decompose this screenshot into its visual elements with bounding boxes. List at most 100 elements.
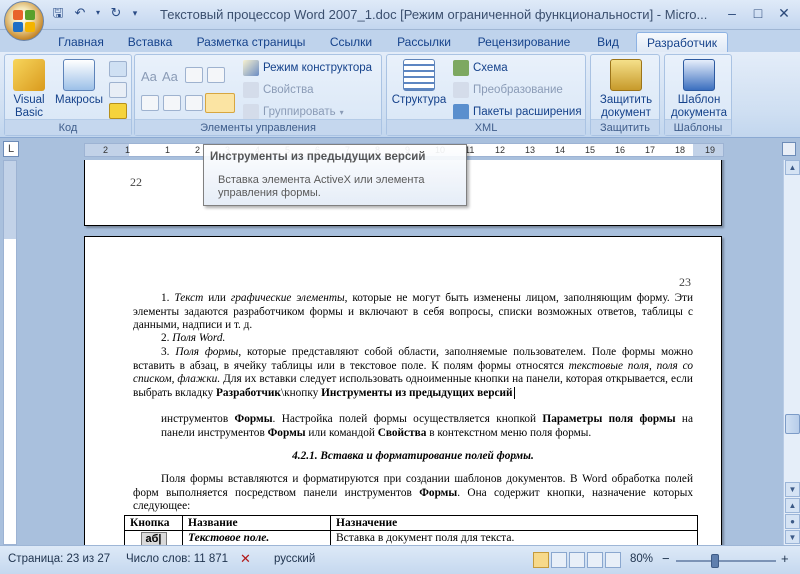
full-screen-reading-icon[interactable] bbox=[551, 552, 567, 568]
structure-button[interactable]: Структура bbox=[391, 57, 447, 107]
structure-icon bbox=[403, 59, 435, 91]
browse-object-icon[interactable]: ● bbox=[785, 514, 800, 529]
web-layout-icon[interactable] bbox=[569, 552, 585, 568]
customize-qat-icon[interactable]: ▾ bbox=[130, 5, 140, 21]
schema-button[interactable]: Схема bbox=[453, 59, 508, 77]
picture-control-icon[interactable] bbox=[185, 67, 203, 83]
rich-text-control-icon[interactable]: Aa bbox=[141, 67, 157, 85]
protect-document-button[interactable]: Защитить документ bbox=[593, 57, 659, 120]
group-xml-label: XML bbox=[387, 119, 585, 135]
page-count[interactable]: Страница: 23 из 27 bbox=[8, 553, 110, 565]
transform-icon bbox=[453, 82, 469, 98]
zoom-level[interactable]: 80% bbox=[630, 553, 653, 565]
visual-basic-icon bbox=[13, 59, 45, 91]
scroll-down-icon[interactable]: ▼ bbox=[785, 482, 800, 497]
section-heading: 4.2.1. Вставка и форматирование полей фо… bbox=[292, 450, 534, 462]
zoom-out-icon[interactable]: − bbox=[662, 551, 670, 566]
vertical-ruler[interactable] bbox=[3, 160, 17, 545]
chevron-down-icon: ▾ bbox=[339, 107, 344, 117]
table-row: аб| Текстовое поле. Вставка в документ п… bbox=[124, 530, 698, 545]
undo-icon[interactable]: ↶ bbox=[72, 5, 88, 21]
paragraph-5: Поля формы вставляются и форматируются п… bbox=[133, 473, 693, 512]
paragraph-3: 3. Поля формы, которые представляют собо… bbox=[133, 346, 693, 399]
ruler-tick-label: 1 bbox=[165, 145, 171, 155]
table-header: Назначение bbox=[330, 515, 698, 531]
language[interactable]: русский bbox=[274, 553, 315, 565]
drop-down-list-control-icon[interactable] bbox=[163, 95, 181, 111]
macro-security-warning-icon[interactable] bbox=[109, 103, 127, 119]
tab-selector[interactable]: L bbox=[3, 141, 19, 157]
previous-page-icon[interactable]: ▲ bbox=[785, 498, 800, 513]
proofing-icon[interactable]: ✕ bbox=[240, 551, 251, 567]
document-template-button[interactable]: Шаблон документа bbox=[667, 57, 731, 120]
paragraph-4: инструментов Формы. Настройка полей форм… bbox=[161, 413, 693, 439]
properties-button[interactable]: Свойства bbox=[243, 81, 314, 99]
title-bar: 🖫 ↶ ▾ ↻ ▾ Текстовый процессор Word 2007_… bbox=[0, 0, 800, 41]
group-code-label: Код bbox=[5, 119, 131, 135]
zoom-slider-track[interactable] bbox=[676, 560, 776, 562]
window-title: Текстовый процессор Word 2007_1.doc [Реж… bbox=[160, 7, 708, 22]
visual-basic-button[interactable]: Visual Basic bbox=[9, 57, 49, 120]
group-controls-label: Элементы управления bbox=[135, 119, 381, 135]
tab-review[interactable]: Рецензирование bbox=[470, 32, 578, 52]
text-field-button-icon: аб| bbox=[140, 532, 167, 545]
save-icon[interactable]: 🖫 bbox=[50, 5, 66, 21]
group-icon bbox=[243, 104, 259, 120]
record-macro-icon[interactable] bbox=[109, 61, 127, 77]
group-protect: Защитить документ Защитить bbox=[590, 54, 660, 136]
print-layout-view-icon[interactable] bbox=[533, 552, 549, 568]
ruler-tick-label: 14 bbox=[555, 145, 566, 155]
tooltip: Инструменты из предыдущих версий Вставка… bbox=[203, 144, 467, 206]
ruler-tick-label: 2 bbox=[103, 145, 109, 155]
office-logo-icon bbox=[13, 10, 35, 32]
building-block-control-icon[interactable] bbox=[207, 67, 225, 83]
ribbon-tabs: Главная Вставка Разметка страницы Ссылки… bbox=[0, 30, 800, 52]
schema-icon bbox=[453, 60, 469, 76]
group-templates-label: Шаблоны bbox=[665, 119, 731, 135]
design-mode-button[interactable]: Режим конструктора bbox=[243, 59, 372, 77]
tab-references[interactable]: Ссылки bbox=[322, 32, 380, 52]
word-count[interactable]: Число слов: 11 871 bbox=[126, 553, 228, 565]
next-page-icon[interactable]: ▼ bbox=[785, 530, 800, 544]
date-picker-control-icon[interactable] bbox=[185, 95, 203, 111]
ruler-tick-label: 18 bbox=[675, 145, 686, 155]
ruler-tick-label: 1 bbox=[125, 145, 131, 155]
outline-view-icon[interactable] bbox=[587, 552, 603, 568]
table-header-row: Кнопка Название Назначение bbox=[124, 515, 698, 531]
page-number: 22 bbox=[130, 175, 142, 189]
view-ruler-button[interactable] bbox=[782, 142, 796, 156]
vertical-scrollbar[interactable]: ▲ ▼ ▲ ● ▼ bbox=[783, 160, 800, 545]
draft-view-icon[interactable] bbox=[605, 552, 621, 568]
undo-dropdown-icon[interactable]: ▾ bbox=[94, 5, 102, 21]
document-area[interactable]: 22 23 1. Текст или графические элементы,… bbox=[19, 160, 783, 545]
zoom-slider-thumb[interactable] bbox=[710, 554, 719, 568]
page-23: 23 1. Текст или графические элементы, ко… bbox=[84, 236, 722, 545]
scroll-up-icon[interactable]: ▲ bbox=[785, 160, 800, 175]
tab-insert[interactable]: Вставка bbox=[122, 32, 178, 52]
scroll-thumb[interactable] bbox=[785, 414, 800, 434]
tab-view[interactable]: Вид bbox=[590, 32, 626, 52]
ruler-tick-label: 16 bbox=[615, 145, 626, 155]
redo-icon[interactable]: ↻ bbox=[108, 5, 124, 21]
combo-box-control-icon[interactable] bbox=[141, 95, 159, 111]
close-icon[interactable]: ✕ bbox=[772, 3, 796, 23]
transform-button[interactable]: Преобразование bbox=[453, 81, 563, 99]
maximize-icon[interactable]: □ bbox=[746, 3, 770, 23]
office-button[interactable] bbox=[4, 1, 44, 41]
tab-page-layout[interactable]: Разметка страницы bbox=[190, 32, 312, 52]
design-mode-icon bbox=[243, 60, 259, 76]
zoom-in-icon[interactable]: + bbox=[781, 551, 789, 566]
word-template-icon bbox=[683, 59, 715, 91]
table-header: Название bbox=[182, 515, 331, 531]
text-control-icon[interactable]: Aa bbox=[162, 67, 178, 85]
tab-mailings[interactable]: Рассылки bbox=[392, 32, 456, 52]
group-controls: Aa Aa Режим конструктора Свойства Группи… bbox=[134, 54, 382, 136]
legacy-tools-icon[interactable] bbox=[205, 93, 235, 113]
macros-button[interactable]: Макросы bbox=[53, 57, 105, 107]
pause-recording-icon[interactable] bbox=[109, 82, 127, 98]
ribbon: Visual Basic Макросы Код Aa Aa Режим кон… bbox=[0, 52, 800, 138]
tab-developer[interactable]: Разработчик bbox=[636, 32, 728, 52]
minimize-icon[interactable]: – bbox=[720, 3, 744, 23]
page-number: 23 bbox=[679, 275, 691, 289]
tab-home[interactable]: Главная bbox=[52, 32, 110, 52]
